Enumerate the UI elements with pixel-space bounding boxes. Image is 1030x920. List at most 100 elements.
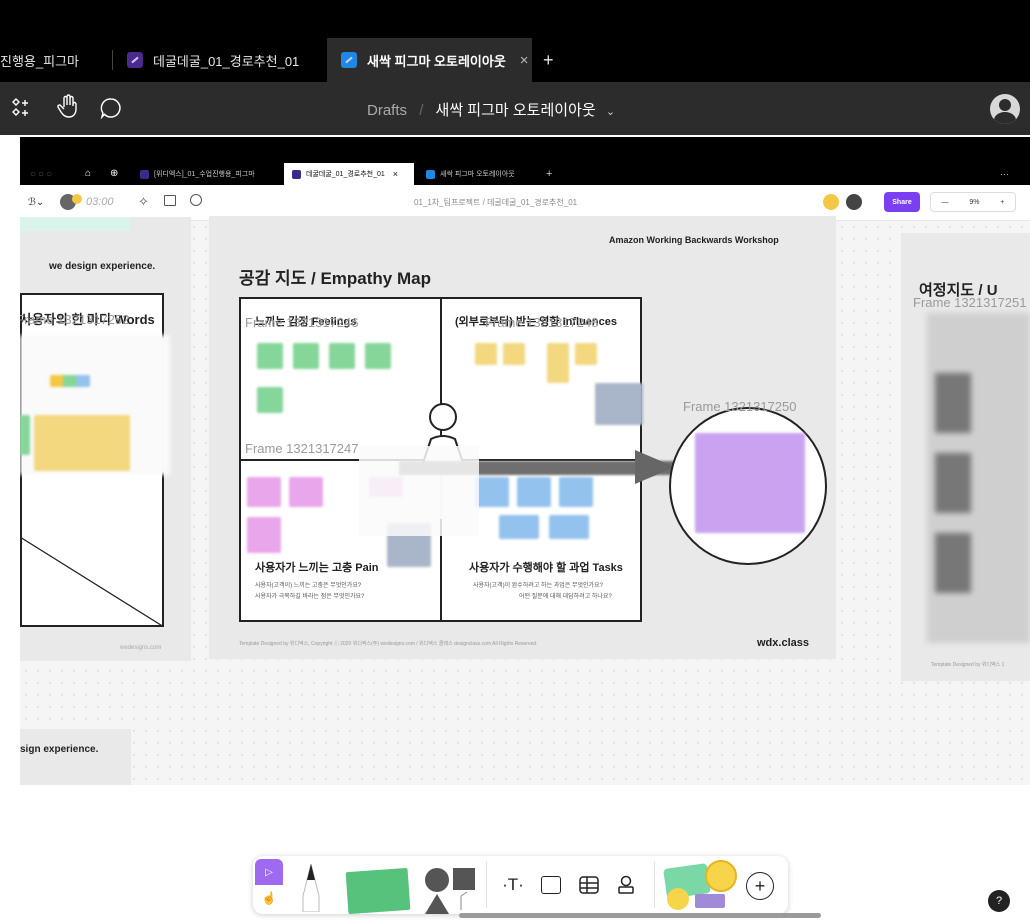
timer[interactable]: 03:00 <box>86 196 114 208</box>
board-bottom[interactable]: sign experience. <box>20 729 131 785</box>
new-tab-button[interactable]: + <box>543 38 563 82</box>
words-board[interactable]: we design experience. 사용자의 한 마디 Words Fr… <box>20 217 191 661</box>
sticky-note[interactable] <box>289 477 323 507</box>
zoom-in-button[interactable]: + <box>1000 199 1004 206</box>
more-icon[interactable]: ··· <box>1000 163 1009 185</box>
laugh-sticker-icon[interactable] <box>667 888 689 910</box>
zoom-control: — 9% + <box>930 192 1016 212</box>
avatar[interactable] <box>990 94 1020 124</box>
sticky-note[interactable] <box>547 343 569 383</box>
inner-tab-label: 데굴데굴_01_경로추천_01 <box>306 171 385 178</box>
sticky-note <box>50 375 90 387</box>
breadcrumb-separator: / <box>419 102 424 119</box>
stamp-tool-icon[interactable] <box>613 872 639 898</box>
inner-breadcrumb[interactable]: 01_1차_팀프로젝트 / 데굴데굴_01_경로추천_01 <box>414 197 577 208</box>
sticky-note-tool-icon[interactable] <box>345 867 411 915</box>
more-tools-button[interactable]: + <box>746 872 774 900</box>
tab-2[interactable]: 데굴데굴_01_경로추천_01 <box>113 38 327 82</box>
avatar[interactable] <box>846 194 862 210</box>
section-tool-icon[interactable] <box>538 872 564 898</box>
sticky-note[interactable] <box>247 517 281 553</box>
share-button[interactable]: Share <box>884 192 920 212</box>
frame-label[interactable]: Frame 1321317246 <box>245 315 358 330</box>
sticky-note[interactable] <box>695 433 805 533</box>
tasks-question-1: 사용자(고객)이 완수하려고 하는 과업은 무엇인가요? <box>473 583 603 589</box>
inner-tab-label: 새싹 피그마 오토레이아웃 <box>440 171 515 178</box>
comment-icon[interactable] <box>190 194 202 206</box>
sticky-note[interactable] <box>247 477 281 507</box>
inner-title-bar: ○○○ ⌂ ⊕ [위디엑스]_01_수업진행용_피그마 데굴데굴_01_경로추천… <box>20 137 1030 185</box>
sticky-note[interactable] <box>475 343 497 365</box>
breadcrumb-drafts[interactable]: Drafts <box>367 102 407 119</box>
frame-label[interactable]: Frame 1321317247 <box>245 441 358 456</box>
empathy-map-board[interactable]: Amazon Working Backwards Workshop 공감 지도 … <box>209 216 836 659</box>
sticky-note[interactable] <box>499 515 539 539</box>
inner-tab-1[interactable]: [위디엑스]_01_수업진행용_피그마 <box>134 163 284 185</box>
layout-icon[interactable] <box>164 195 176 206</box>
home-icon[interactable]: ⌂ <box>85 168 91 179</box>
creation-toolbar: ▷ ☝ ·T· + <box>253 856 788 915</box>
inner-new-tab-button[interactable]: + <box>546 163 552 185</box>
sticky-note[interactable] <box>595 383 643 425</box>
sticky-note[interactable] <box>517 477 551 507</box>
table-tool-icon[interactable] <box>576 872 602 898</box>
main-menu-icon[interactable]: ℬ⌄ <box>28 197 44 208</box>
emoji-avatar <box>72 194 82 204</box>
board-title: 공감 지도 / Empathy Map <box>239 269 431 288</box>
tab-1[interactable]: 진행용_피그마 <box>0 38 112 82</box>
sticky-note[interactable] <box>257 387 283 413</box>
sticky-note[interactable] <box>20 415 30 455</box>
frame-label[interactable]: Frame 1321317250 <box>683 399 796 414</box>
sticky-note[interactable] <box>549 515 589 539</box>
frame-label[interactable]: Frame 1321317251 <box>913 295 1026 310</box>
globe-icon[interactable]: ⊕ <box>110 168 118 179</box>
figma-file-icon <box>341 52 357 68</box>
figma-file-icon <box>140 169 149 179</box>
sticky-note[interactable] <box>329 343 355 369</box>
cursor-icon[interactable]: ▷ <box>255 859 283 885</box>
sticky-note[interactable] <box>575 343 597 365</box>
focus-circle[interactable] <box>669 407 827 565</box>
tab-label: 진행용_피그마 <box>0 53 79 69</box>
sticky-note[interactable] <box>503 343 525 365</box>
zoom-level[interactable]: 9% <box>969 199 979 206</box>
inner-tab-3[interactable]: 새싹 피그마 오토레이아웃 <box>420 163 530 185</box>
sticky-note[interactable] <box>365 343 391 369</box>
sticky-note[interactable] <box>34 415 130 471</box>
hand-icon[interactable]: ☝ <box>255 885 283 911</box>
help-button[interactable]: ? <box>988 890 1010 912</box>
frame-label[interactable]: Frame 1321317252 <box>20 312 129 327</box>
sticky-note[interactable] <box>293 343 319 369</box>
components-icon[interactable] <box>10 96 34 125</box>
tab-3-active[interactable]: 새싹 피그마 오토레이아웃 × <box>327 38 532 82</box>
shapes-tool-icon[interactable] <box>423 866 479 914</box>
sticky-note[interactable] <box>257 343 283 369</box>
frame-label[interactable]: Frame 1321317248 <box>485 315 598 330</box>
tasks-label: 사용자가 수행해야 할 과업 Tasks <box>469 562 623 574</box>
avatar[interactable] <box>823 194 839 210</box>
hand-tool-icon[interactable] <box>56 94 80 125</box>
divider <box>486 862 487 908</box>
board-header: Amazon Working Backwards Workshop <box>609 235 779 245</box>
figma-file-icon <box>292 169 301 179</box>
zoom-out-button[interactable]: — <box>941 199 948 206</box>
file-name[interactable]: 새싹 피그마 오토레이아웃 <box>436 102 596 119</box>
title-bar: 진행용_피그마 데굴데굴_01_경로추천_01 새싹 피그마 오토레이아웃 × … <box>0 0 1030 82</box>
comment-icon[interactable] <box>99 96 123 125</box>
text-tool-icon[interactable]: ·T· <box>498 872 528 898</box>
smiley-sticker-icon[interactable] <box>705 860 737 892</box>
label-sticker-icon[interactable] <box>695 894 725 908</box>
close-tab-icon[interactable]: × <box>520 52 529 69</box>
footer: Template Designed by 위디엑스 1 <box>931 662 1005 668</box>
inner-tab-2-active[interactable]: 데굴데굴_01_경로추천_01 × <box>284 163 414 185</box>
chevron-down-icon[interactable]: ⌄ <box>606 106 615 118</box>
tab-label: 새싹 피그마 오토레이아웃 <box>367 53 506 69</box>
sticky-note[interactable] <box>559 477 593 507</box>
figma-file-icon <box>426 169 435 179</box>
horizontal-scrollbar[interactable] <box>459 913 821 918</box>
pen-tool-icon[interactable] <box>299 862 323 912</box>
sparkle-icon[interactable]: ✧ <box>138 194 149 210</box>
close-tab-icon[interactable]: × <box>393 169 398 179</box>
inner-canvas[interactable]: we design experience. 사용자의 한 마디 Words Fr… <box>20 216 1030 785</box>
journey-map-board[interactable]: 여정지도 / U Frame 1321317251 Template Desig… <box>901 233 1030 681</box>
